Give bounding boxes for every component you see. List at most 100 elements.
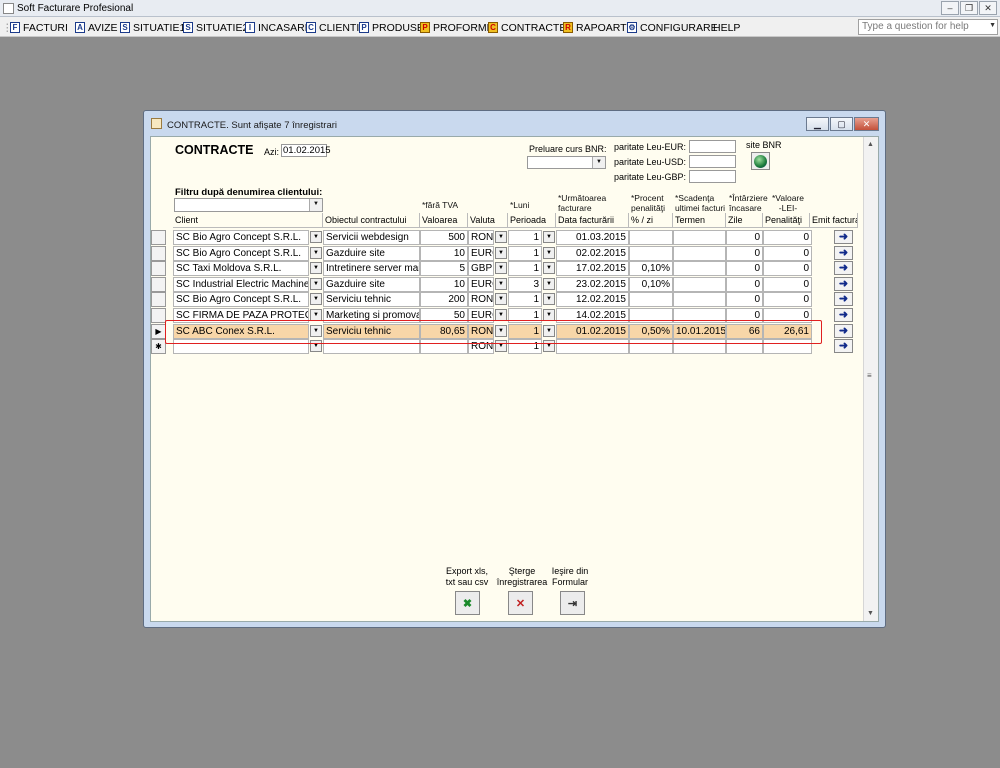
window-maximize-button[interactable]: ▢ <box>830 117 853 131</box>
cell-valuta[interactable]: RON <box>468 230 494 245</box>
emit-factura-button[interactable]: ➜ <box>834 261 853 276</box>
cell-client[interactable]: SC Taxi Moldova S.R.L. <box>173 261 309 277</box>
chevron-down-icon[interactable]: ▼ <box>543 277 555 290</box>
chevron-down-icon[interactable]: ▼ <box>495 262 507 275</box>
menu-item-contracte[interactable]: C CONTRACTE <box>488 20 566 35</box>
preluare-curs-combo[interactable]: ▼ <box>527 156 606 169</box>
column-header[interactable]: Obiectul contractului <box>323 213 420 228</box>
cell-obiect[interactable]: Gazduire site <box>323 245 420 261</box>
site-bnr-button[interactable] <box>751 152 770 170</box>
cell-penalitati[interactable]: 0 <box>763 261 812 277</box>
app-restore-button[interactable]: ❐ <box>960 1 978 15</box>
cell-client[interactable]: SC Bio Agro Concept S.R.L. <box>173 245 309 261</box>
cell-zile[interactable]: 0 <box>726 230 763 245</box>
column-header[interactable]: Valuta <box>468 213 508 228</box>
table-row[interactable]: SC Bio Agro Concept S.R.L. ▼ Servicii webd… <box>151 230 859 245</box>
cell-data[interactable]: 01.03.2015 <box>556 230 629 245</box>
column-header[interactable]: Emit factura <box>810 213 858 228</box>
cell-valoare[interactable]: 10 <box>420 276 468 292</box>
table-row[interactable]: SC Taxi Moldova S.R.L. ▼ Intretinere serve… <box>151 261 859 277</box>
menu-item-clienti[interactable]: C CLIENTI <box>306 20 359 35</box>
chevron-down-icon[interactable]: ▼ <box>310 246 322 259</box>
azi-date-field[interactable]: 01.02.2015 <box>281 144 331 157</box>
cell-penalitati[interactable]: 0 <box>763 230 812 245</box>
column-header[interactable]: Data facturării <box>556 213 629 228</box>
cell-data[interactable]: 02.02.2015 <box>556 245 629 261</box>
table-row[interactable]: SC Bio Agro Concept S.R.L. ▼ Gazduire site… <box>151 245 859 261</box>
sterge-button[interactable]: ✕ <box>508 591 533 615</box>
cell-valuta[interactable]: GBP <box>468 261 494 277</box>
filtru-client-combo[interactable]: ▼ <box>174 198 323 212</box>
cell-perioada[interactable]: 3 <box>508 276 542 292</box>
cell-obiect[interactable]: Intretinere server mail <box>323 261 420 277</box>
menu-item-proforme[interactable]: P PROFORME <box>420 20 494 35</box>
column-header[interactable]: Valoarea <box>420 213 468 228</box>
paritate-gbp-field[interactable] <box>689 170 736 183</box>
app-close-button[interactable]: ✕ <box>979 1 997 15</box>
cell-valoare[interactable]: 10 <box>420 245 468 261</box>
cell-valuta[interactable]: EURO <box>468 245 494 261</box>
cell-zile[interactable]: 0 <box>726 276 763 292</box>
row-selector[interactable] <box>151 292 166 308</box>
menu-item-situatie1[interactable]: S SITUATIE1 <box>120 20 185 35</box>
chevron-down-icon[interactable]: ▼ <box>543 231 555 243</box>
cell-client[interactable]: SC Bio Agro Concept S.R.L. <box>173 292 309 308</box>
cell-obiect[interactable]: Servicii webdesign <box>323 230 420 245</box>
help-search-input[interactable]: Type a question for help ▼ <box>858 19 998 35</box>
cell-penalitati[interactable]: 0 <box>763 276 812 292</box>
cell-data[interactable]: 17.02.2015 <box>556 261 629 277</box>
cell-penalitati[interactable]: 0 <box>763 245 812 261</box>
cell-penalitati[interactable]: 0 <box>763 292 812 308</box>
table-row[interactable]: SC Industrial Electric Machines & ▼ Gazdui… <box>151 276 859 292</box>
row-selector[interactable] <box>151 308 166 323</box>
column-header[interactable]: Penalităţi <box>763 213 810 228</box>
cell-perioada[interactable]: 1 <box>508 292 542 308</box>
cell-valuta[interactable]: RON <box>468 292 494 308</box>
menu-item-rapoarte[interactable]: R RAPOARTE <box>563 20 634 35</box>
column-header[interactable]: Zile <box>726 213 763 228</box>
column-header[interactable]: Client <box>173 213 323 228</box>
menu-item-avize[interactable]: A AVIZE <box>75 20 118 35</box>
cell-valoare[interactable]: 500 <box>420 230 468 245</box>
scroll-grip-icon[interactable]: ≡ <box>867 371 872 380</box>
chevron-down-icon[interactable]: ▼ <box>310 293 322 306</box>
menu-item-situatie2[interactable]: S SITUATIE2 <box>183 20 248 35</box>
window-minimize-button[interactable]: ▁ <box>806 117 829 131</box>
cell-perioada[interactable]: 1 <box>508 230 542 245</box>
scroll-up-icon[interactable]: ▲ <box>867 141 874 148</box>
emit-factura-button[interactable]: ➜ <box>834 230 853 244</box>
cell-obiect[interactable]: Serviciu tehnic <box>323 292 420 308</box>
cell-valoare[interactable]: 200 <box>420 292 468 308</box>
scroll-down-icon[interactable]: ▼ <box>867 610 874 617</box>
cell-obiect[interactable]: Gazduire site <box>323 276 420 292</box>
chevron-down-icon[interactable]: ▼ <box>543 293 555 306</box>
cell-perioada[interactable]: 1 <box>508 261 542 277</box>
column-header[interactable]: % / zi <box>629 213 673 228</box>
cell-client[interactable]: SC Industrial Electric Machines & <box>173 276 309 292</box>
chevron-down-icon[interactable]: ▼ <box>989 22 996 29</box>
cell-data[interactable]: 12.02.2015 <box>556 292 629 308</box>
row-selector[interactable] <box>151 230 166 245</box>
cell-zile[interactable]: 0 <box>726 245 763 261</box>
chevron-down-icon[interactable]: ▼ <box>310 262 322 275</box>
cell-client[interactable]: SC Bio Agro Concept S.R.L. <box>173 230 309 245</box>
cell-zile[interactable]: 0 <box>726 292 763 308</box>
row-selector[interactable] <box>151 261 166 277</box>
export-button[interactable]: ✖ <box>455 591 480 615</box>
emit-factura-button[interactable]: ➜ <box>834 245 853 260</box>
cell-termen[interactable] <box>673 276 726 292</box>
cell-procent[interactable]: 0,10% <box>629 261 673 277</box>
menu-item-facturi[interactable]: F FACTURI <box>10 20 68 35</box>
app-minimize-button[interactable]: – <box>941 1 959 15</box>
cell-termen[interactable] <box>673 261 726 277</box>
menu-item-help[interactable]: HELP <box>713 20 740 35</box>
cell-zile[interactable]: 0 <box>726 261 763 277</box>
chevron-down-icon[interactable]: ▼ <box>495 231 507 243</box>
vertical-scrollbar[interactable]: ▲ ≡ ▼ <box>863 137 878 621</box>
column-header[interactable]: Termen <box>673 213 726 228</box>
cell-valoare[interactable]: 5 <box>420 261 468 277</box>
emit-factura-button[interactable]: ➜ <box>834 339 853 354</box>
cell-termen[interactable] <box>673 230 726 245</box>
new-row-asterisk-icon[interactable]: ✱ <box>151 339 166 355</box>
paritate-usd-field[interactable] <box>689 155 736 168</box>
